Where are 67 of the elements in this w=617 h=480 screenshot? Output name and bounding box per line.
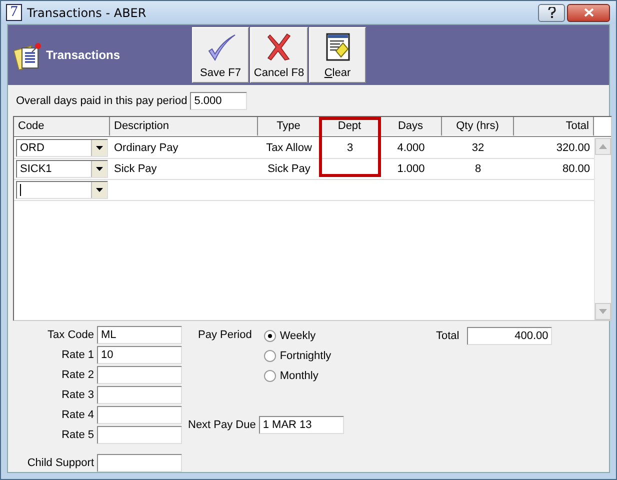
help-button[interactable] — [538, 4, 565, 22]
field-label: Rate 1 — [62, 349, 94, 361]
field-label: Next Pay Due — [188, 419, 256, 431]
table-cell-text: 80.00 — [561, 162, 591, 177]
option-label[interactable]: Monthly — [280, 370, 318, 382]
dropdown-arrow-icon — [96, 167, 103, 171]
input-field[interactable]: 10 — [97, 346, 182, 364]
table-cell-text: 4.000 — [396, 141, 426, 156]
cross-icon — [267, 33, 291, 61]
scroll-up-icon — [599, 144, 607, 149]
table-cell-text: 32 — [470, 141, 486, 156]
table-cell-text: Sick Pay — [113, 162, 158, 177]
clear-button[interactable]: Clear — [309, 27, 366, 83]
input-field[interactable] — [97, 406, 182, 424]
radio-button[interactable] — [264, 350, 276, 362]
radio-button[interactable] — [264, 370, 276, 382]
column-header[interactable]: Qty (hrs) — [442, 117, 514, 136]
save-button[interactable]: Save F7 — [192, 27, 249, 83]
column-header[interactable]: Type — [258, 117, 320, 136]
field-label: Overall days paid in this pay period — [16, 94, 188, 106]
option-label[interactable]: Fortnightly — [280, 350, 332, 362]
input-field[interactable] — [97, 454, 182, 472]
table-cell-text: Sick Pay — [266, 162, 312, 177]
table-cell-text: 3 — [346, 141, 354, 156]
question-icon — [548, 7, 556, 18]
cancel-button[interactable]: Cancel F8 — [250, 27, 308, 83]
eraser-document-icon — [326, 33, 350, 61]
option-label[interactable]: Weekly — [280, 330, 316, 342]
field-label: Tax Code — [48, 329, 94, 341]
table-cell-text: Tax Allow — [265, 141, 313, 156]
input-field[interactable]: 5.000 — [190, 92, 248, 110]
input-field[interactable]: 1 MAR 13 — [258, 416, 344, 434]
field-label: Rate 3 — [62, 389, 94, 401]
documents-icon — [14, 40, 44, 70]
table-cell-text: 320.00 — [555, 141, 591, 156]
close-button[interactable] — [567, 4, 610, 22]
field-label: Child Support — [27, 457, 94, 469]
field-label: Rate 2 — [62, 369, 94, 381]
total-field: 400.00 — [467, 327, 552, 345]
scrollbar[interactable] — [594, 138, 611, 320]
table-cell-text: Ordinary Pay — [113, 141, 180, 156]
field-label: Rate 4 — [62, 409, 94, 421]
dropdown-arrow-icon — [96, 188, 103, 192]
table-cell-text: 1.000 — [396, 162, 426, 177]
table-cell-text: 8 — [474, 162, 482, 177]
scroll-down-icon — [599, 309, 607, 314]
column-header[interactable]: Days — [380, 117, 442, 136]
input-field[interactable] — [97, 366, 182, 384]
app-icon: 7 — [6, 4, 22, 21]
dropdown-field[interactable]: ORD — [16, 139, 108, 157]
field-label: Rate 5 — [62, 429, 94, 441]
field-label: Pay Period — [198, 329, 252, 343]
input-field[interactable] — [97, 426, 182, 444]
text-cursor — [20, 184, 21, 196]
toolbar-title: Transactions — [46, 48, 120, 62]
input-field[interactable] — [97, 386, 182, 404]
field-label: Total — [436, 329, 460, 344]
input-field[interactable]: ML — [97, 326, 182, 344]
column-header[interactable]: Total — [514, 117, 594, 136]
dropdown-field[interactable]: SICK1 — [16, 160, 108, 178]
close-icon — [584, 8, 594, 17]
dropdown-arrow-icon — [96, 146, 103, 150]
radio-button[interactable] — [264, 330, 276, 342]
window-title: Transactions - ABER — [27, 6, 146, 20]
dropdown-field[interactable] — [16, 181, 108, 199]
column-header[interactable]: Code — [14, 117, 110, 136]
column-header[interactable]: Description — [110, 117, 258, 136]
